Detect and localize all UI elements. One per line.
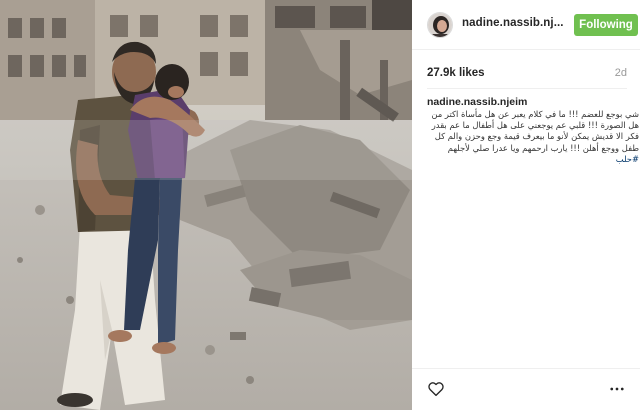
post-age[interactable]: 2d xyxy=(615,67,627,79)
following-button[interactable]: Following xyxy=(574,14,638,36)
caption-body: شي بوجع للعضم !!! ما في كلام يعبر عن هل … xyxy=(431,109,639,153)
avatar[interactable] xyxy=(427,12,453,38)
post-actions xyxy=(412,368,640,410)
avatar-image xyxy=(428,13,452,37)
post-photo[interactable] xyxy=(0,0,412,410)
caption-hashtag[interactable]: #حلب xyxy=(616,154,639,164)
likes-count[interactable]: 27.9k likes xyxy=(427,67,485,79)
more-options-icon[interactable] xyxy=(608,380,626,398)
caption: nadine.nassib.njeim شي بوجع للعضم !!! ما… xyxy=(427,96,639,165)
post-photo-image xyxy=(0,0,412,410)
caption-text: شي بوجع للعضم !!! ما في كلام يعبر عن هل … xyxy=(427,109,639,165)
divider xyxy=(427,88,627,89)
caption-username[interactable]: nadine.nassib.njeim xyxy=(427,96,639,108)
header-username[interactable]: nadine.nassib.nj... xyxy=(462,17,564,29)
post-header: nadine.nassib.nj... Following xyxy=(412,0,640,50)
heart-icon[interactable] xyxy=(427,380,445,398)
post-side-panel: nadine.nassib.nj... Following 27.9k like… xyxy=(412,0,640,410)
instagram-post: nadine.nassib.nj... Following 27.9k like… xyxy=(0,0,640,410)
post-stats: 27.9k likes 2d xyxy=(412,50,640,90)
